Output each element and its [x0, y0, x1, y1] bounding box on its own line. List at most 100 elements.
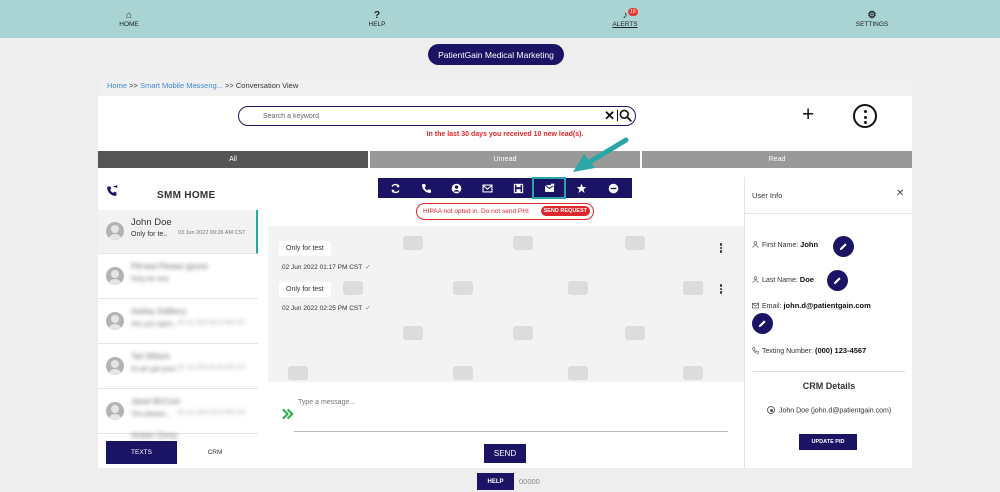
check-icon: ✓	[365, 264, 371, 271]
breadcrumb-home-link[interactable]: Home	[107, 81, 127, 90]
list-item[interactable]: Pill test Please ignore Only for test	[98, 255, 258, 299]
list-item-active-contact[interactable]: John Doe Only for te.. 03 Jun 2022 09:26…	[98, 210, 258, 254]
nav-settings-label: SETTINGS	[855, 21, 889, 28]
minus-circle-icon	[608, 183, 618, 193]
crm-option-radio[interactable]: John Doe (john.d@patientgain.com)	[767, 406, 891, 415]
last-name-value: Doe	[799, 275, 814, 284]
email-value: john.d@patientgain.com	[783, 301, 871, 310]
nav-alerts-label: ALERTS	[612, 21, 638, 28]
pencil-icon	[758, 320, 766, 328]
tab-read[interactable]: Read	[642, 151, 912, 168]
contact-name: Teri Wilson	[131, 352, 171, 361]
email-button[interactable]	[473, 180, 501, 196]
nav-settings[interactable]: ⚙ SETTINGS	[837, 10, 907, 28]
edit-first-name-button[interactable]	[833, 236, 854, 257]
edit-email-button[interactable]	[752, 313, 773, 334]
breadcrumb-smm-link[interactable]: Smart Mobile Messeng...	[140, 81, 223, 90]
search-bar: ✕	[238, 106, 636, 126]
phone-icon	[421, 183, 431, 193]
compose-area: SEND	[268, 382, 754, 468]
chat-bubble-icon	[403, 236, 423, 251]
search-icon[interactable]	[619, 109, 632, 122]
chat-bubble-icon	[568, 281, 588, 296]
footer-code: 00000	[519, 477, 540, 486]
more-options-button[interactable]	[853, 104, 877, 128]
sidebar-tabs: TEXTS CRM	[106, 441, 266, 464]
pencil-icon	[833, 277, 841, 285]
annotation-arrow-icon	[573, 137, 629, 172]
send-button[interactable]: SEND	[484, 444, 526, 463]
contact-date: 03 Jun 2022 09:26 AM CST	[178, 230, 246, 236]
nav-help[interactable]: ? HELP	[342, 10, 412, 28]
pencil-icon	[839, 243, 847, 251]
block-button[interactable]	[599, 180, 627, 196]
chat-bubble-icon	[683, 281, 703, 296]
message-menu-button[interactable]	[719, 284, 723, 294]
first-name-field: First Name: John	[752, 240, 818, 249]
message-time-text: 02 Jun 2022 01:17 PM CST	[282, 264, 363, 271]
envelope-icon	[481, 184, 493, 192]
phone-transfer-icon[interactable]	[106, 185, 118, 197]
hipaa-warning: HIPAA not opted in. Do not send PHI SEND…	[416, 203, 594, 220]
tab-texts[interactable]: TEXTS	[106, 441, 177, 464]
chat-bubble-icon	[343, 281, 363, 296]
contact-preview: Yes please...	[131, 411, 171, 418]
avatar	[106, 312, 124, 330]
user-info-title: User Info	[752, 191, 783, 200]
top-navigation: ⌂ HOME ? HELP ♪ 10 ALERTS ⚙ SETTINGS	[0, 0, 1000, 38]
refresh-button[interactable]	[381, 180, 409, 196]
update-pid-button[interactable]: UPDATE PID	[799, 434, 857, 450]
chat-bubble-icon	[453, 281, 473, 296]
breadcrumb-separator: >>	[129, 81, 138, 90]
list-item[interactable]: Teri Wilson Hi we got your... 02 Jun 202…	[98, 345, 258, 389]
crm-title: CRM Details	[802, 381, 856, 391]
image-mail-button[interactable]	[532, 177, 566, 199]
avatar	[106, 222, 124, 240]
nav-help-label: HELP	[368, 21, 386, 28]
conversation-panel: Only for test 02 Jun 2022 01:17 PM CST ✓ …	[268, 226, 754, 382]
email-field: Email: john.d@patientgain.com	[752, 301, 871, 310]
edit-last-name-button[interactable]	[827, 270, 848, 291]
texting-number-label: Texting Number:	[762, 348, 813, 355]
message-time-text: 02 Jun 2022 02:25 PM CST	[282, 305, 363, 312]
footer-help-button[interactable]: HELP	[477, 473, 514, 490]
close-icon[interactable]: ✕	[896, 189, 904, 199]
practice-selector-button[interactable]: PatientGain Medical Marketing	[428, 44, 564, 65]
contact-date: 02 Jun 2022 06:40 PM CST	[178, 365, 246, 371]
last-name-label: Last Name:	[762, 277, 798, 284]
user-icon	[752, 276, 759, 283]
first-name-value: John	[800, 240, 819, 249]
message-menu-button[interactable]	[719, 243, 723, 253]
contact-profile-button[interactable]	[442, 180, 470, 196]
chat-bubble-icon	[625, 236, 645, 251]
tab-all[interactable]: All	[98, 151, 368, 168]
nav-alerts[interactable]: ♪ 10 ALERTS	[590, 8, 660, 28]
radio-selected-icon	[767, 406, 775, 414]
save-button[interactable]	[504, 180, 532, 196]
tab-crm[interactable]: CRM	[177, 441, 253, 464]
chat-bubble-icon	[513, 326, 533, 341]
check-icon: ✓	[365, 305, 371, 312]
contact-preview: Are you open...	[131, 321, 179, 328]
nav-home[interactable]: ⌂ HOME	[94, 10, 164, 28]
message-input[interactable]	[294, 396, 728, 432]
send-request-button[interactable]: SEND REQUEST	[540, 206, 590, 216]
clear-search-icon[interactable]: ✕	[604, 108, 615, 123]
divider	[745, 213, 913, 214]
list-item[interactable]: Ashley DeBerry Are you open... 03 Jun 20…	[98, 300, 258, 344]
search-input[interactable]	[263, 110, 593, 122]
first-name-label: First Name:	[762, 242, 799, 249]
breadcrumb: Home >> Smart Mobile Messeng... >> Conve…	[98, 74, 912, 96]
nav-home-label: HOME	[119, 21, 139, 28]
main-card: Home >> Smart Mobile Messeng... >> Conve…	[98, 74, 913, 468]
conversation-toolbar	[378, 177, 632, 199]
list-item[interactable]: Janet McCool Yes please... 02 Jun 2022 0…	[98, 390, 258, 434]
avatar	[106, 402, 124, 420]
call-button[interactable]	[412, 180, 440, 196]
avatar	[106, 357, 124, 375]
crm-details: CRM Details John Doe (john.d@patientgain…	[753, 371, 905, 455]
favorite-button[interactable]	[567, 180, 595, 196]
message-time: 02 Jun 2022 02:25 PM CST ✓	[282, 304, 371, 312]
add-conversation-button[interactable]: +	[802, 104, 814, 126]
chat-bubble-icon	[403, 326, 423, 341]
